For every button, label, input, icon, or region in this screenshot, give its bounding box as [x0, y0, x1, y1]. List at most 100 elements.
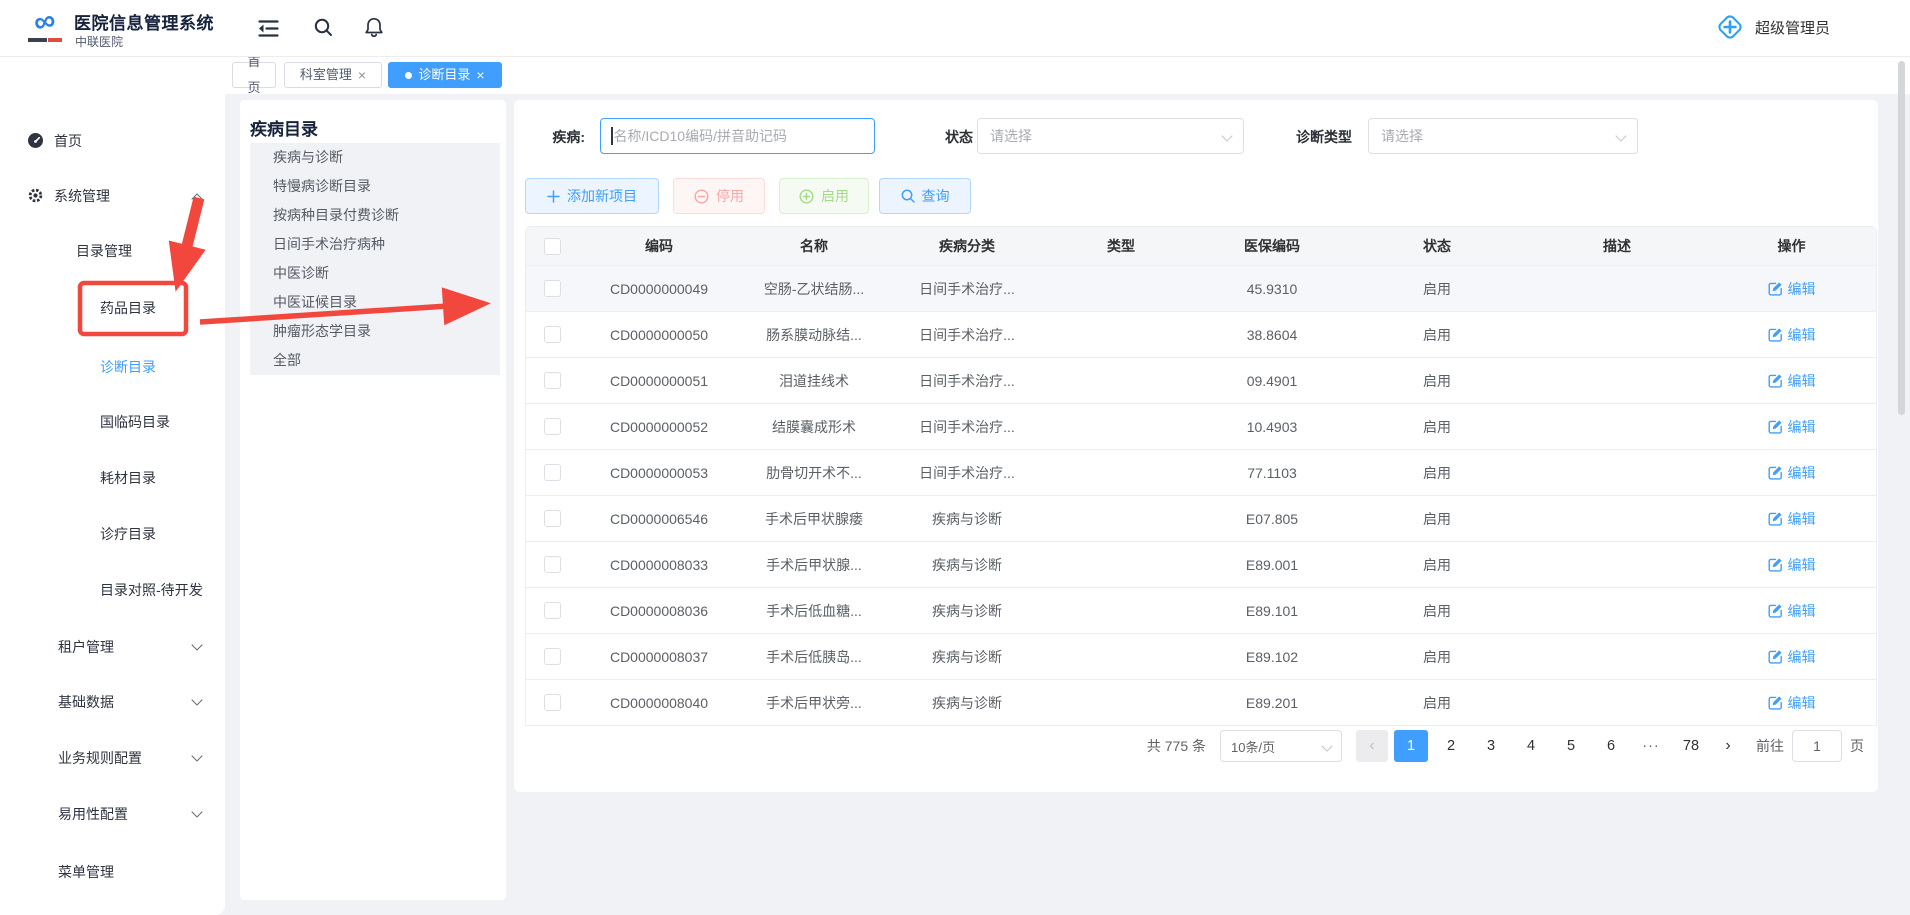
page-button-78[interactable]: 78	[1674, 730, 1708, 762]
sidebar-item-consumable-catalog[interactable]: 耗材目录	[0, 458, 225, 498]
tab-diagnosis-catalog[interactable]: 诊断目录 ×	[388, 62, 502, 88]
cell-status: 启用	[1347, 588, 1527, 633]
sidebar-item-tenant-management[interactable]: 租户管理	[0, 627, 225, 667]
query-button[interactable]: 查询	[879, 178, 971, 214]
cell-type	[1045, 588, 1197, 633]
search-icon[interactable]	[314, 18, 333, 37]
sidebar-item-menu-management[interactable]: 菜单管理	[0, 852, 225, 892]
row-checkbox[interactable]	[544, 602, 561, 619]
close-tab-icon[interactable]: ×	[476, 68, 484, 82]
column-header: 操作	[1707, 227, 1876, 265]
catalog-item[interactable]: 按病种目录付费诊断	[250, 201, 500, 230]
next-page-button[interactable]: ›	[1714, 730, 1742, 762]
catalog-item[interactable]: 疾病与诊断	[250, 143, 500, 172]
edit-button[interactable]: 编辑	[1768, 555, 1816, 575]
sidebar-item-label: 基础数据	[58, 682, 114, 722]
sidebar-item-business-rules[interactable]: 业务规则配置	[0, 738, 225, 778]
status-select[interactable]: 请选择	[977, 118, 1244, 154]
sidebar-item-treatment-catalog[interactable]: 诊疗目录	[0, 514, 225, 554]
edit-button[interactable]: 编辑	[1768, 417, 1816, 437]
sidebar-fold-icon[interactable]	[258, 20, 279, 37]
row-checkbox[interactable]	[544, 326, 561, 343]
sidebar-item-label: 国临码目录	[100, 402, 170, 442]
edit-button[interactable]: 编辑	[1768, 693, 1816, 713]
disable-button[interactable]: 停用	[673, 178, 765, 214]
catalog-item[interactable]: 中医诊断	[250, 259, 500, 288]
row-checkbox[interactable]	[544, 556, 561, 573]
page-button-6[interactable]: 6	[1594, 730, 1628, 762]
edit-button[interactable]: 编辑	[1768, 509, 1816, 529]
diagnosis-type-select[interactable]: 请选择	[1368, 118, 1638, 154]
cell-status: 启用	[1347, 266, 1527, 311]
row-checkbox[interactable]	[544, 280, 561, 297]
cell-code: CD0000000053	[579, 450, 739, 495]
sidebar-item-catalog-management[interactable]: 目录管理	[0, 231, 225, 271]
sidebar-item-basic-data[interactable]: 基础数据	[0, 682, 225, 722]
edit-button[interactable]: 编辑	[1768, 463, 1816, 483]
catalog-item[interactable]: 全部	[250, 346, 500, 375]
page-button-5[interactable]: 5	[1554, 730, 1588, 762]
tab-department-management[interactable]: 科室管理 ×	[284, 62, 382, 88]
sidebar-item-drug-catalog[interactable]: 药品目录	[0, 288, 225, 328]
page-size-select[interactable]: 10条/页	[1220, 730, 1342, 762]
tab-home[interactable]: 首页	[232, 62, 276, 88]
catalog-item[interactable]: 日间手术治疗病种	[250, 230, 500, 259]
page-button-2[interactable]: 2	[1434, 730, 1468, 762]
app-logo: ∞	[24, 7, 66, 49]
top-header: ∞ 医院信息管理系统 中联医院 超级管理员	[0, 0, 1910, 57]
page-ellipsis[interactable]: ···	[1634, 730, 1668, 762]
catalog-item[interactable]: 肿瘤形态学目录	[250, 317, 500, 346]
row-checkbox[interactable]	[544, 418, 561, 435]
column-header: 医保编码	[1197, 227, 1347, 265]
row-checkbox[interactable]	[544, 372, 561, 389]
row-checkbox[interactable]	[544, 510, 561, 527]
row-checkbox[interactable]	[544, 694, 561, 711]
cell-name: 肠系膜动脉结...	[739, 312, 889, 357]
edit-button[interactable]: 编辑	[1768, 325, 1816, 345]
edit-icon	[1768, 557, 1783, 572]
row-checkbox[interactable]	[544, 648, 561, 665]
sidebar-item-notice[interactable]: 通知公告	[0, 908, 225, 915]
enable-button[interactable]: 启用	[779, 178, 869, 214]
page-jump: 前往 页	[1756, 730, 1864, 762]
page-button-3[interactable]: 3	[1474, 730, 1508, 762]
edit-button[interactable]: 编辑	[1768, 647, 1816, 667]
catalog-item[interactable]: 特慢病诊断目录	[250, 172, 500, 201]
cell-name: 手术后甲状旁...	[739, 680, 889, 725]
sidebar-item-label: 菜单管理	[58, 852, 114, 892]
page-button-1[interactable]: 1	[1394, 730, 1428, 762]
disease-search-input[interactable]: 名称/ICD10编码/拼音助记码	[600, 118, 875, 154]
edit-icon	[1768, 511, 1783, 526]
chevron-down-icon	[1321, 740, 1332, 751]
sidebar-item-catalog-mapping[interactable]: 目录对照-待开发	[0, 570, 225, 610]
cell-disease-category: 疾病与诊断	[889, 496, 1045, 541]
page-button-4[interactable]: 4	[1514, 730, 1548, 762]
edit-button[interactable]: 编辑	[1768, 371, 1816, 391]
close-tab-icon[interactable]: ×	[358, 68, 366, 82]
sidebar-item-system-management[interactable]: 系统管理	[0, 176, 225, 216]
sidebar-item-label: 业务规则配置	[58, 738, 142, 778]
sidebar-item-home[interactable]: 首页	[0, 121, 225, 161]
row-checkbox[interactable]	[544, 464, 561, 481]
add-item-button[interactable]: 添加新项目	[525, 178, 659, 214]
user-menu[interactable]: 超级管理员	[1715, 12, 1830, 42]
catalog-item[interactable]: 中医证候目录	[250, 288, 500, 317]
cell-disease-category: 疾病与诊断	[889, 680, 1045, 725]
select-all-checkbox[interactable]	[544, 238, 561, 255]
edit-label: 编辑	[1788, 693, 1816, 713]
prev-page-button[interactable]: ‹	[1356, 730, 1388, 762]
cell-insurance-code: 45.9310	[1197, 266, 1347, 311]
cell-insurance-code: 77.1103	[1197, 450, 1347, 495]
page-size-value: 10条/页	[1231, 737, 1275, 756]
edit-button[interactable]: 编辑	[1768, 601, 1816, 621]
edit-button[interactable]: 编辑	[1768, 279, 1816, 299]
cell-description	[1527, 312, 1707, 357]
vertical-scrollbar[interactable]	[1898, 61, 1905, 415]
bell-icon[interactable]	[365, 17, 383, 37]
sidebar-item-usability-config[interactable]: 易用性配置	[0, 794, 225, 834]
sidebar-item-diagnosis-catalog[interactable]: 诊断目录	[0, 347, 225, 387]
cell-name: 手术后低血糖...	[739, 588, 889, 633]
page-jump-input[interactable]	[1792, 730, 1842, 762]
sidebar-item-national-code-catalog[interactable]: 国临码目录	[0, 402, 225, 442]
cell-name: 手术后甲状腺瘘	[739, 496, 889, 541]
